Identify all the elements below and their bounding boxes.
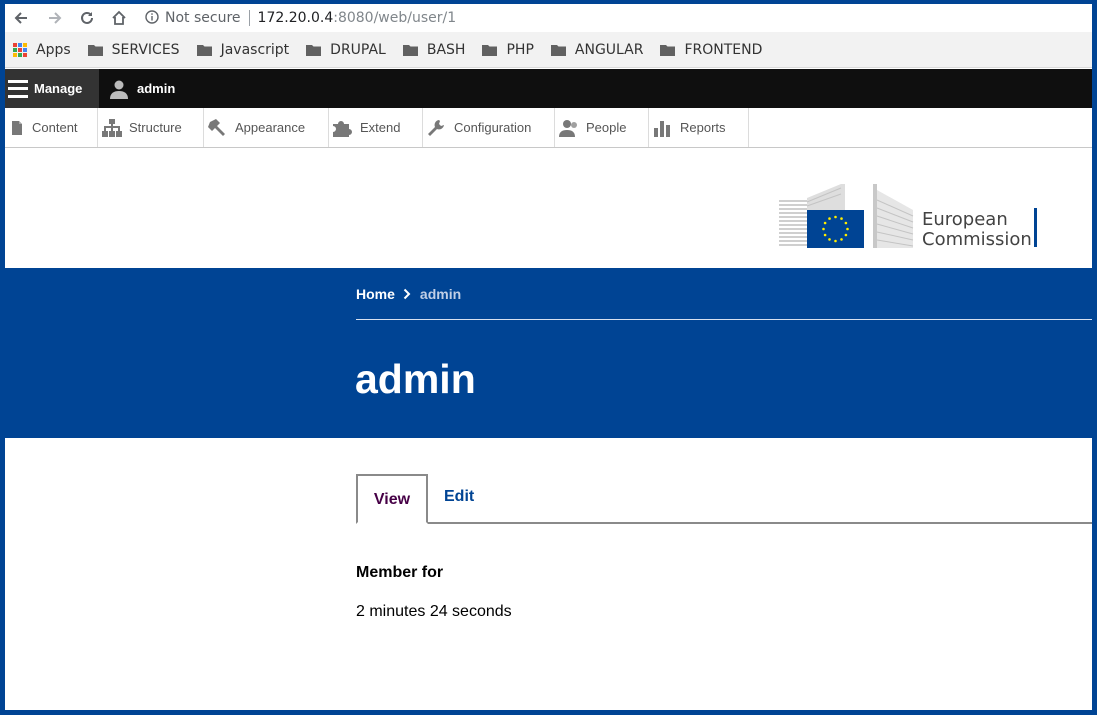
tab-view[interactable]: View: [356, 474, 428, 524]
tray-item-appearance[interactable]: Appearance: [204, 108, 329, 147]
bookmark-drupal[interactable]: DRUPAL: [306, 42, 386, 58]
tray-item-label: Content: [32, 120, 78, 135]
apps-grid-icon: [13, 42, 27, 57]
bookmark-label: SERVICES: [111, 41, 180, 58]
breadcrumb: Home admin: [356, 286, 461, 302]
bookmark-angular[interactable]: ANGULAR: [550, 41, 644, 58]
address-bar: Not secure 172.20.0.4:8080/web/user/1: [5, 4, 1092, 32]
tray-item-label: Reports: [680, 120, 726, 135]
manage-button[interactable]: Manage: [5, 69, 99, 108]
local-tabs: View Edit: [356, 474, 1092, 524]
user-label: admin: [137, 81, 176, 96]
folder-icon: [196, 44, 212, 56]
member-for-label: Member for: [356, 564, 444, 581]
reports-icon: [654, 120, 670, 137]
breadcrumb-home-link[interactable]: Home: [356, 286, 395, 302]
tray-item-label: People: [586, 120, 627, 135]
home-icon[interactable]: [107, 6, 131, 30]
tray-item-content[interactable]: Content: [5, 108, 98, 147]
tray-item-label: Extend: [360, 120, 401, 135]
hamburger-icon: [8, 79, 28, 98]
page-header: Home admin admin: [5, 268, 1092, 438]
folder-icon: [306, 44, 322, 56]
bookmark-label: Apps: [36, 41, 71, 58]
bookmark-services[interactable]: SERVICES: [87, 41, 180, 58]
people-icon: [559, 119, 577, 137]
site-header: European Commission: [5, 148, 1092, 268]
bookmarks-bar: Apps SERVICES Javascript DRUPAL BASH PHP…: [5, 32, 1092, 68]
tray-item-structure[interactable]: Structure: [98, 108, 204, 147]
url-host[interactable]: 172.20.0.4: [258, 10, 334, 26]
bookmark-bash[interactable]: BASH: [402, 41, 466, 58]
forward-icon[interactable]: [43, 6, 67, 30]
browser-window: Not secure 172.20.0.4:8080/web/user/1 Ap…: [5, 4, 1092, 710]
extend-icon: [333, 120, 352, 137]
tray-item-configuration[interactable]: Configuration: [423, 108, 555, 147]
page-title: admin: [355, 356, 476, 402]
bookmark-label: DRUPAL: [330, 41, 386, 58]
tray-item-label: Configuration: [454, 120, 532, 135]
url-path[interactable]: :8080/web/user/1: [333, 10, 456, 26]
folder-icon: [402, 44, 418, 56]
admin-toolbar-tray: Content Structure Appearance Extend Conf…: [5, 108, 1092, 148]
reload-icon[interactable]: [75, 6, 99, 30]
bookmark-label: ANGULAR: [574, 41, 644, 58]
back-icon[interactable]: [9, 6, 33, 30]
manage-label: Manage: [34, 81, 83, 96]
tab-edit[interactable]: Edit: [444, 488, 474, 506]
chevron-right-icon: [403, 288, 411, 300]
folder-icon: [550, 44, 566, 56]
appearance-icon: [208, 118, 225, 136]
info-icon[interactable]: [145, 9, 159, 28]
configuration-icon: [428, 119, 444, 136]
logo-text: European Commission: [922, 210, 1032, 250]
main-content: View Edit Member for 2 minutes 24 second…: [5, 438, 1092, 710]
structure-icon: [102, 118, 122, 137]
tray-item-label: Appearance: [235, 120, 306, 135]
bookmark-label: FRONTEND: [684, 41, 763, 58]
logo-text-line1: European: [922, 209, 1008, 230]
user-icon: [110, 80, 128, 99]
content-icon: [12, 120, 22, 135]
breadcrumb-current: admin: [419, 286, 462, 302]
user-menu-button[interactable]: admin: [109, 79, 175, 99]
logo-accent-bar: [1034, 208, 1037, 247]
tray-item-people[interactable]: People: [555, 108, 649, 147]
folder-icon: [87, 44, 103, 56]
member-for-value: 2 minutes 24 seconds: [356, 603, 512, 620]
bookmark-label: Javascript: [220, 41, 290, 58]
tray-item-label: Structure: [129, 120, 182, 135]
bookmark-frontend[interactable]: FRONTEND: [660, 42, 762, 58]
address-separator: [248, 10, 250, 26]
bookmark-label: PHP: [506, 41, 534, 58]
bookmark-javascript[interactable]: Javascript: [196, 41, 290, 58]
not-secure-label[interactable]: Not secure: [165, 10, 241, 26]
tray-item-extend[interactable]: Extend: [329, 108, 423, 147]
bookmark-label: BASH: [426, 41, 466, 58]
breadcrumb-divider: [356, 319, 1092, 320]
tray-item-reports[interactable]: Reports: [649, 108, 749, 147]
admin-toolbar: Manage admin: [5, 69, 1092, 108]
folder-icon: [482, 44, 498, 56]
bookmark-apps[interactable]: Apps: [13, 42, 71, 58]
bookmark-php[interactable]: PHP: [482, 41, 534, 58]
folder-icon: [660, 44, 676, 56]
logo-text-line2: Commission: [922, 229, 1032, 250]
